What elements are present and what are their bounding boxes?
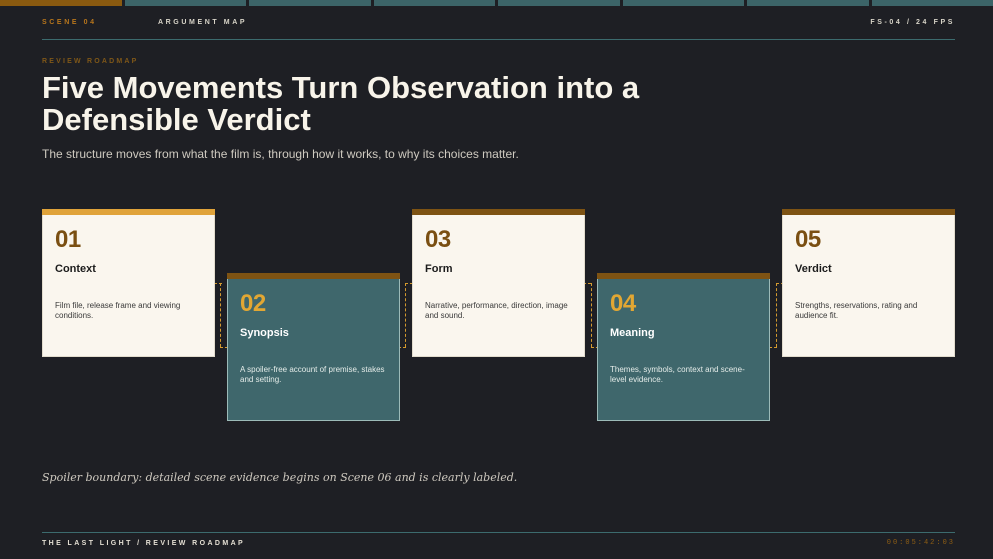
connector-line <box>776 283 777 347</box>
kicker: REVIEW ROADMAP <box>42 58 139 65</box>
step-name: Synopsis <box>240 327 289 339</box>
card-accent-bar <box>42 209 215 215</box>
footer-divider <box>42 532 955 533</box>
step-card-verdict: 05 Verdict Strengths, reservations, rati… <box>782 209 955 357</box>
step-number: 03 <box>425 226 451 253</box>
progress-segment <box>498 0 620 6</box>
step-number: 01 <box>55 226 81 253</box>
connector-line <box>405 283 406 347</box>
progress-bar <box>0 0 993 6</box>
step-name: Form <box>425 263 453 275</box>
page-title: Five Movements Turn Observation into a D… <box>42 70 640 137</box>
progress-segment <box>747 0 869 6</box>
progress-segment <box>249 0 371 6</box>
step-number: 04 <box>610 290 636 317</box>
step-number: 02 <box>240 290 266 317</box>
step-name: Meaning <box>610 327 655 339</box>
footer-breadcrumb: THE LAST LIGHT / REVIEW ROADMAP <box>42 540 246 547</box>
step-description: Film file, release frame and viewing con… <box>55 301 181 320</box>
section-label: ARGUMENT MAP <box>158 19 248 26</box>
step-number: 05 <box>795 226 821 253</box>
step-name: Context <box>55 263 96 275</box>
card-accent-bar <box>597 273 770 279</box>
progress-segment <box>871 0 993 6</box>
connector-line <box>220 283 221 347</box>
card-accent-bar <box>227 273 400 279</box>
step-name: Verdict <box>795 263 832 275</box>
step-card-context: 01 Context Film file, release frame and … <box>42 209 215 357</box>
step-description: A spoiler-free account of premise, stake… <box>240 365 385 384</box>
progress-segment <box>622 0 744 6</box>
step-description: Narrative, performance, direction, image… <box>425 301 568 320</box>
connector-line <box>591 283 592 347</box>
step-description: Strengths, reservations, rating and audi… <box>795 301 918 320</box>
progress-segment-current <box>0 0 122 6</box>
card-accent-bar <box>412 209 585 215</box>
page-subtitle: The structure moves from what the film i… <box>42 147 519 161</box>
header-divider <box>42 39 955 40</box>
timecode: 00:05:42:03 <box>886 539 955 547</box>
progress-segment <box>373 0 495 6</box>
step-card-meaning: 04 Meaning Themes, symbols, context and … <box>597 273 770 421</box>
scene-label: SCENE 04 <box>42 19 97 26</box>
step-card-synopsis: 02 Synopsis A spoiler-free account of pr… <box>227 273 400 421</box>
frame-rate-label: FS-04 / 24 FPS <box>870 19 955 26</box>
progress-segment <box>124 0 246 6</box>
step-card-form: 03 Form Narrative, performance, directio… <box>412 209 585 357</box>
spoiler-note: Spoiler boundary: detailed scene evidenc… <box>42 471 518 484</box>
card-accent-bar <box>782 209 955 215</box>
step-description: Themes, symbols, context and scene-level… <box>610 365 745 384</box>
